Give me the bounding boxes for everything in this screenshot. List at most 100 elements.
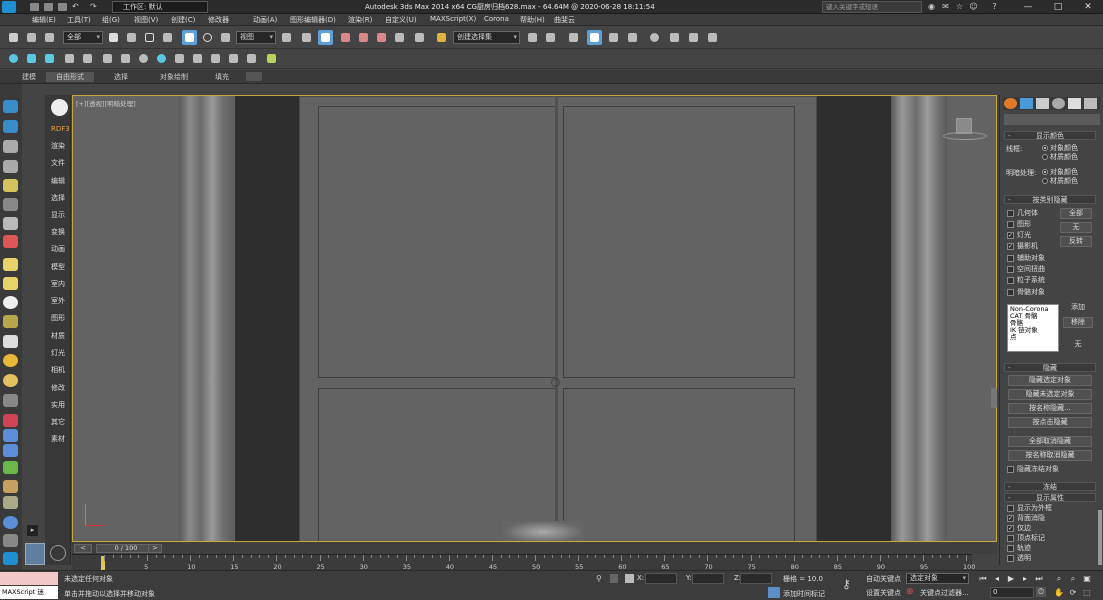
viewcube-compass[interactable]	[943, 132, 987, 140]
select-object-icon[interactable]	[106, 30, 121, 45]
hide-geometry-checkbox[interactable]	[1007, 210, 1014, 217]
globe-icon[interactable]	[3, 516, 18, 529]
hide-particles-checkbox[interactable]	[1007, 277, 1014, 284]
panel-item-materials[interactable]: 材质	[51, 331, 65, 341]
keyboard-shortcut-override-icon[interactable]	[318, 30, 333, 45]
menu-maxscript[interactable]: MAXScript(X)	[430, 15, 476, 23]
menu-edit[interactable]: 编辑(E)	[32, 15, 56, 25]
corona-tools-icon[interactable]	[264, 51, 279, 66]
key-mode-icon[interactable]: ⊕	[906, 587, 916, 598]
select-move-icon[interactable]	[182, 30, 197, 45]
menu-help[interactable]: 帮助(H)	[520, 15, 545, 25]
time-slider[interactable]: < 0 / 100 >	[72, 543, 997, 554]
z-coordinate-field[interactable]	[740, 573, 772, 584]
hide-by-category-rollout[interactable]: 按类别隐藏	[1004, 195, 1096, 204]
time-tag-icon[interactable]	[768, 587, 780, 598]
panel-item-animation[interactable]: 动画	[51, 244, 65, 254]
named-selection-set-select[interactable]: 创建选择集	[453, 31, 520, 44]
hide-cameras-checkbox[interactable]: ✓	[1007, 243, 1014, 250]
corona-fur-icon[interactable]	[244, 51, 259, 66]
cylinder-icon[interactable]	[3, 277, 18, 290]
maximize-viewport-icon[interactable]: ⬚	[1082, 588, 1092, 598]
slider-prev-arrow-icon[interactable]: <	[74, 544, 92, 553]
menu-group[interactable]: 组(G)	[102, 15, 120, 25]
panel-item-utility[interactable]: 实用	[51, 400, 65, 410]
unhide-all-button[interactable]: 全部取消隐藏	[1008, 436, 1092, 447]
layer-icon[interactable]	[3, 140, 18, 153]
hierarchy-tab-icon[interactable]	[1036, 98, 1049, 109]
menu-quyun[interactable]: 曲斐云	[554, 15, 575, 25]
add-time-tag-button[interactable]: 添加时间标记	[783, 589, 825, 599]
go-to-end-icon[interactable]: ⏭	[1034, 574, 1044, 584]
vertex-ticks-checkbox[interactable]	[1007, 535, 1014, 542]
curve-editor-icon[interactable]	[625, 30, 640, 45]
help-icon[interactable]: ?	[990, 2, 999, 11]
display-properties-rollout[interactable]: 显示属性	[1004, 493, 1096, 502]
maximize-button[interactable]: □	[1043, 0, 1073, 14]
tab-freeform[interactable]: 自由形式	[46, 72, 94, 82]
panel-item-cameras[interactable]: 相机	[51, 365, 65, 375]
scene-explorer-icon[interactable]	[587, 30, 602, 45]
select-scale-icon[interactable]	[218, 30, 233, 45]
previous-frame-icon[interactable]: ◂	[992, 574, 1002, 584]
panel-item-render[interactable]: 渲染	[51, 141, 65, 151]
hide-unselected-button[interactable]: 隐藏未选定对象	[1008, 389, 1092, 400]
percent-snap-icon[interactable]	[374, 30, 389, 45]
rendered-frame-window-icon[interactable]	[686, 30, 701, 45]
plant-icon[interactable]	[3, 461, 18, 474]
hide-selected-button[interactable]: 隐藏选定对象	[1008, 375, 1092, 386]
menu-rendering[interactable]: 渲染(R)	[348, 15, 372, 25]
panel-item-shapes[interactable]: 图形	[51, 313, 65, 323]
hide-helpers-checkbox[interactable]	[1007, 255, 1014, 262]
hide-invert-button[interactable]: 反转	[1060, 236, 1092, 247]
reference-coordinate-select[interactable]: 视图	[236, 31, 276, 44]
display-as-box-checkbox[interactable]	[1007, 505, 1014, 512]
angle-snap-icon[interactable]	[356, 30, 371, 45]
menu-customize[interactable]: 自定义(U)	[385, 15, 417, 25]
wire-object-color-radio[interactable]	[1042, 145, 1048, 151]
align-icon[interactable]	[543, 30, 558, 45]
zoom-icon[interactable]: ⌕	[1054, 574, 1064, 584]
particle-icon[interactable]	[3, 235, 18, 248]
cone-icon[interactable]	[3, 335, 18, 348]
backface-cull-checkbox[interactable]: ✓	[1007, 515, 1014, 522]
menu-graph-editors[interactable]: 图形编辑器(D)	[290, 15, 336, 25]
time-slider-thumb[interactable]: 0 / 100	[96, 544, 156, 553]
menu-modifiers[interactable]: 修改器	[208, 15, 229, 25]
corona-render-icon[interactable]	[24, 51, 39, 66]
panel-item-assets[interactable]: 素材	[51, 434, 65, 444]
settings-icon[interactable]	[50, 545, 66, 561]
list-item[interactable]: 点	[1010, 334, 1056, 341]
go-to-start-icon[interactable]: ⏮	[978, 574, 988, 584]
light-icon[interactable]	[3, 179, 18, 192]
pan-icon[interactable]: ✋	[1054, 588, 1064, 598]
panel-item-file[interactable]: 文件	[51, 158, 65, 168]
menu-create[interactable]: 创建(C)	[171, 15, 195, 25]
corona-lightmix-icon[interactable]	[226, 51, 241, 66]
user-icon[interactable]: ☺	[969, 2, 978, 11]
menu-animation[interactable]: 动画(A)	[253, 15, 277, 25]
maxscript-mini-listener[interactable]: MAXScript 迷	[0, 586, 58, 599]
settings-gear-icon[interactable]	[51, 99, 68, 116]
hide-space-warps-checkbox[interactable]	[1007, 266, 1014, 273]
select-manipulate-icon[interactable]	[299, 30, 314, 45]
perspective-viewport[interactable]: [+][透视][明暗处理]	[72, 95, 997, 542]
open-file-icon[interactable]	[44, 3, 53, 11]
omni-light-icon[interactable]	[3, 374, 18, 387]
panel-item-interior[interactable]: 室内	[51, 279, 65, 289]
select-rotate-icon[interactable]	[200, 30, 215, 45]
see-through-checkbox[interactable]	[1007, 555, 1014, 562]
category-none-button[interactable]: 无	[1063, 340, 1093, 351]
autokey-button[interactable]: 自动关键点	[866, 574, 901, 584]
menu-view[interactable]: 视图(V)	[134, 15, 158, 25]
corona-sun-icon[interactable]	[136, 51, 151, 66]
communication-icon[interactable]: ✉	[941, 2, 950, 11]
corona-proxy-icon[interactable]	[100, 51, 115, 66]
x-coordinate-field[interactable]	[645, 573, 677, 584]
close-button[interactable]: ✕	[1073, 0, 1103, 14]
hammer-icon[interactable]	[3, 480, 18, 493]
box-icon[interactable]	[3, 258, 18, 271]
key-filters-button[interactable]: 关键点过滤器...	[920, 588, 969, 598]
hide-all-button[interactable]: 全部	[1060, 208, 1092, 219]
spinner-snap-icon[interactable]	[392, 30, 407, 45]
